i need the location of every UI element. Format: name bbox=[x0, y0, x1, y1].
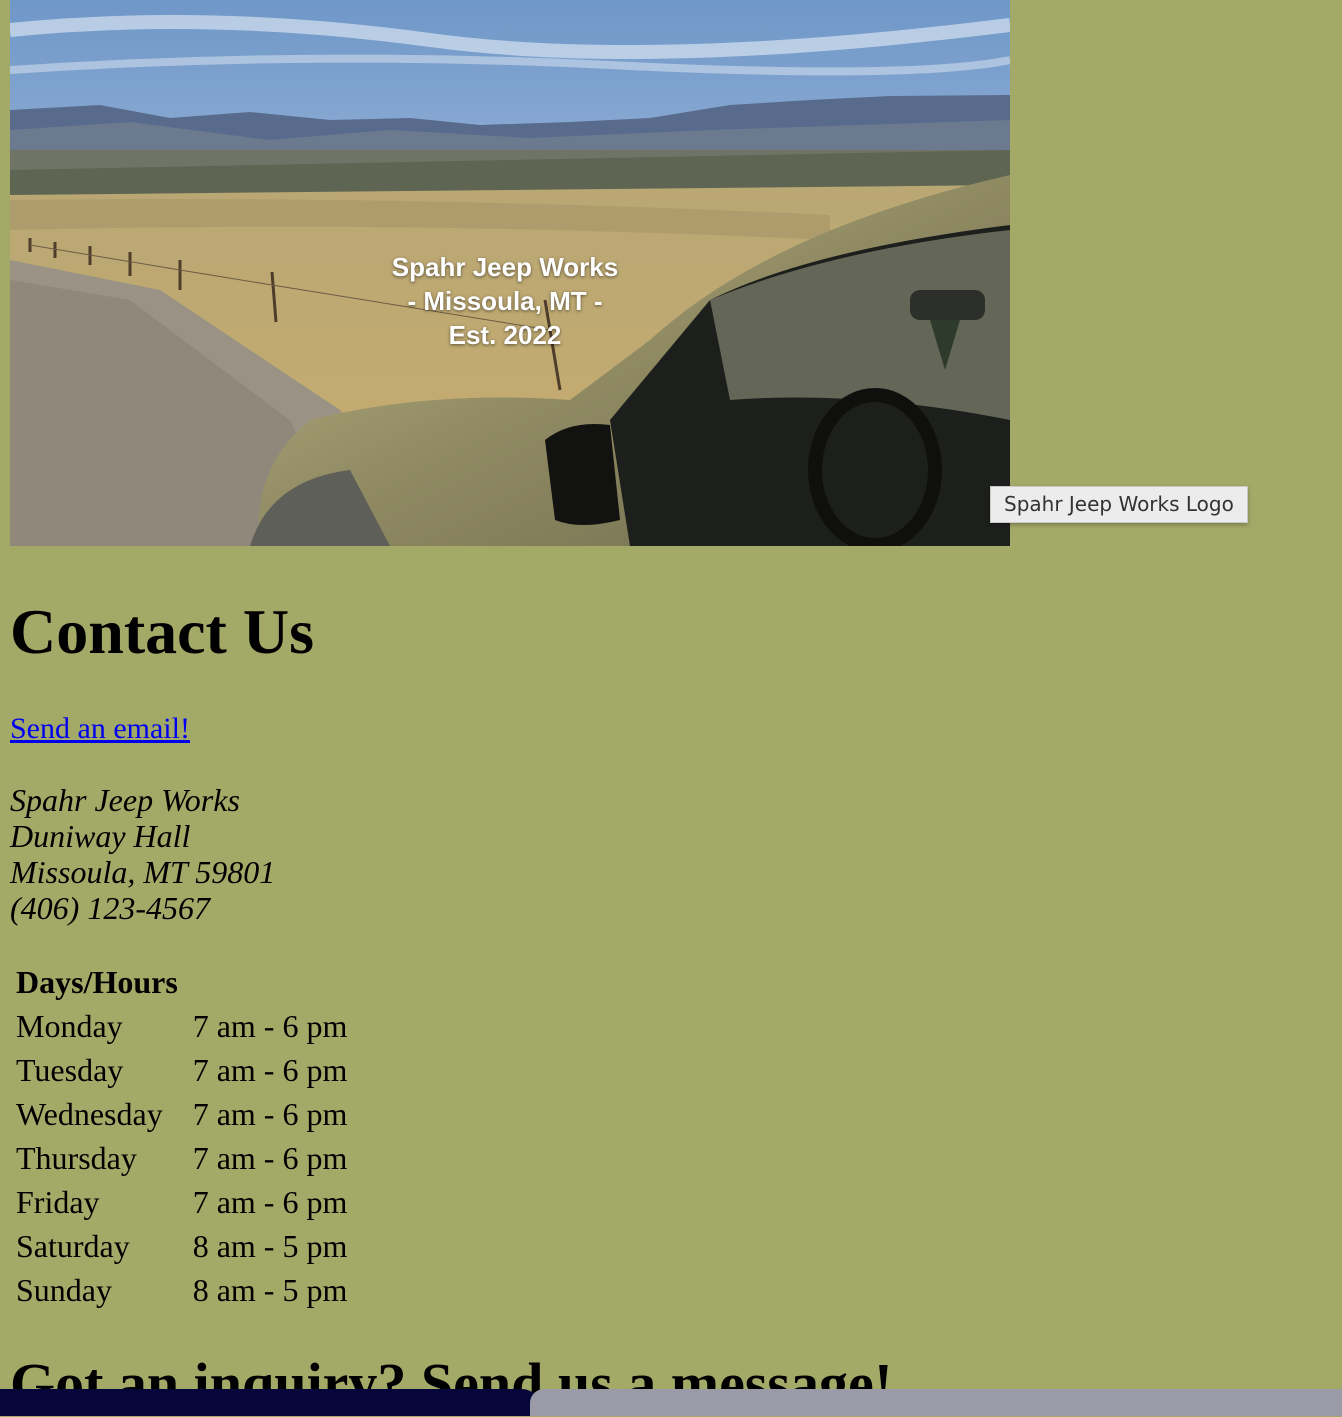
day-cell: Friday bbox=[16, 1183, 100, 1220]
hero-caption-line: - Missoula, MT - bbox=[407, 286, 603, 316]
hours-header-row: Days/Hours bbox=[16, 960, 347, 1004]
city-state-zip: Missoula, MT 59801 bbox=[10, 854, 276, 890]
business-name: Spahr Jeep Works bbox=[10, 782, 240, 818]
phone-number: (406) 123-4567 bbox=[10, 890, 210, 926]
day-cell: Sunday bbox=[16, 1271, 112, 1308]
day-cell: Monday bbox=[16, 1007, 123, 1044]
day-cell: Tuesday bbox=[16, 1051, 124, 1088]
os-taskbar-left bbox=[0, 1389, 540, 1416]
send-email-link[interactable]: Send an email! bbox=[10, 712, 190, 746]
hours-header: Days/Hours bbox=[16, 963, 178, 1000]
hours-cell: 7 am - 6 pm bbox=[192, 1095, 348, 1132]
image-alt-tooltip: Spahr Jeep Works Logo bbox=[990, 486, 1248, 523]
day-cell: Wednesday bbox=[16, 1095, 163, 1132]
os-taskbar-right bbox=[530, 1389, 1342, 1416]
table-row: Saturday 8 am - 5 pm bbox=[16, 1224, 347, 1268]
table-row: Thursday 7 am - 6 pm bbox=[16, 1136, 347, 1180]
table-row: Monday 7 am - 6 pm bbox=[16, 1004, 347, 1048]
table-row: Tuesday 7 am - 6 pm bbox=[16, 1048, 347, 1092]
table-row: Wednesday 7 am - 6 pm bbox=[16, 1092, 347, 1136]
hours-table: Days/Hours Monday 7 am - 6 pm Tuesday 7 … bbox=[10, 960, 353, 1312]
table-row: Sunday 8 am - 5 pm bbox=[16, 1268, 347, 1312]
hours-cell: 7 am - 6 pm bbox=[192, 1139, 348, 1176]
hours-cell: 7 am - 6 pm bbox=[192, 1051, 348, 1088]
day-cell: Thursday bbox=[16, 1139, 137, 1176]
page-title: Contact Us bbox=[10, 596, 314, 667]
hero-caption: Spahr Jeep Works - Missoula, MT - Est. 2… bbox=[305, 250, 705, 352]
hours-cell: 7 am - 6 pm bbox=[192, 1183, 348, 1220]
day-cell: Saturday bbox=[16, 1227, 130, 1264]
hours-cell: 7 am - 6 pm bbox=[192, 1007, 348, 1044]
hero-caption-line: Est. 2022 bbox=[448, 320, 562, 350]
contact-address: Spahr Jeep Works Duniway Hall Missoula, … bbox=[10, 782, 275, 926]
building-name: Duniway Hall bbox=[10, 818, 191, 854]
hero-logo-image: Spahr Jeep Works - Missoula, MT - Est. 2… bbox=[10, 0, 1010, 546]
table-row: Friday 7 am - 6 pm bbox=[16, 1180, 347, 1224]
hours-cell: 8 am - 5 pm bbox=[192, 1227, 348, 1264]
hours-cell: 8 am - 5 pm bbox=[192, 1271, 348, 1308]
hero-caption-line: Spahr Jeep Works bbox=[391, 252, 619, 282]
